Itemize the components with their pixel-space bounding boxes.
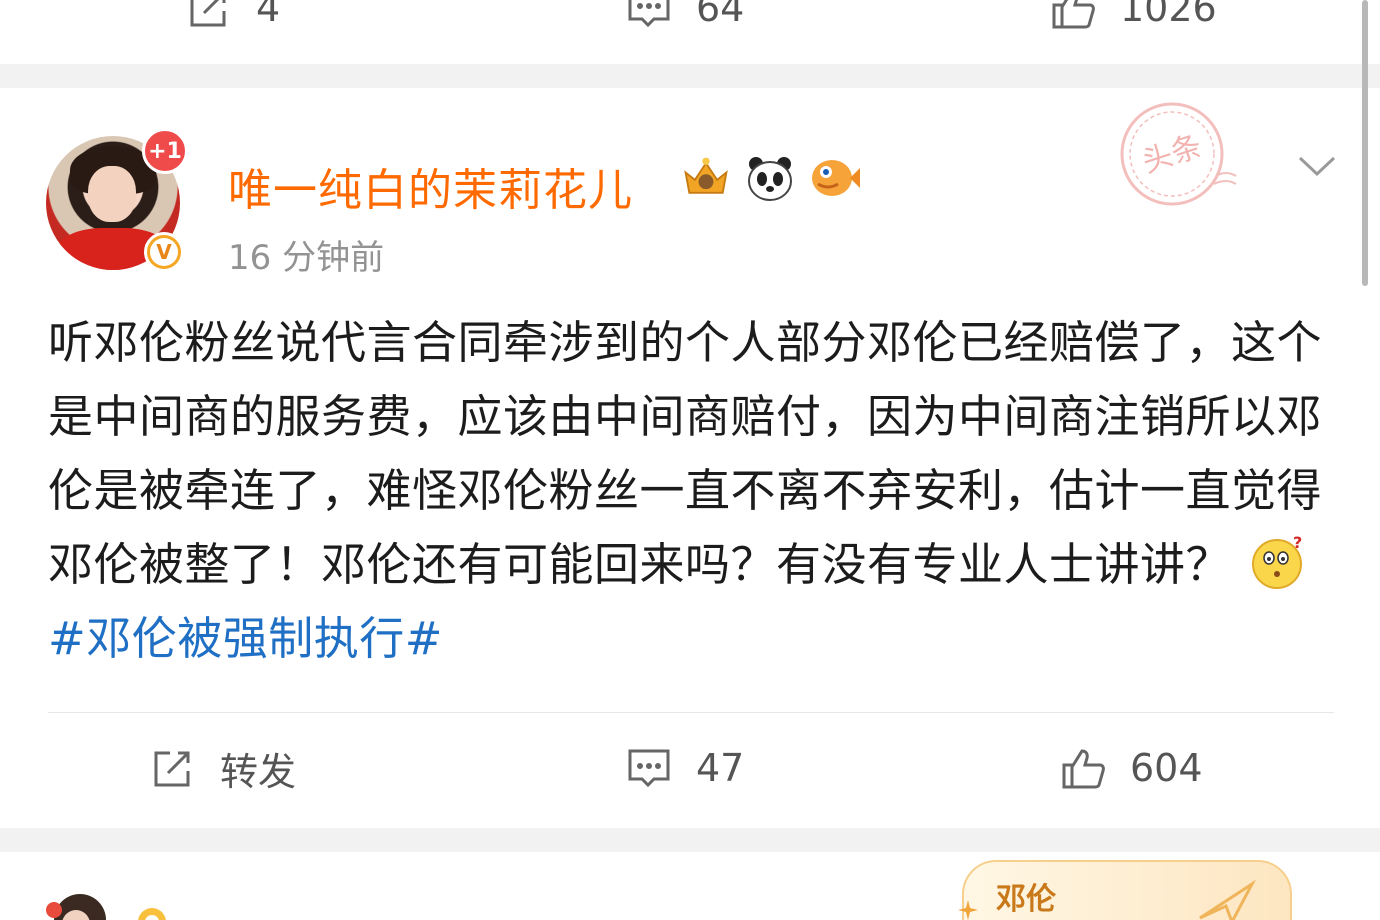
- stamp-label: 头条: [1138, 129, 1206, 181]
- author-emblems: [680, 154, 860, 202]
- previous-like-count: 1026: [1120, 0, 1217, 30]
- scrollbar[interactable]: [1362, 0, 1368, 286]
- thinking-face-icon: ?: [1252, 534, 1303, 589]
- topic-chip-label: 邓伦: [996, 882, 1056, 917]
- follow-badge[interactable]: +1: [142, 128, 188, 174]
- crown-badge-icon[interactable]: [680, 154, 732, 202]
- repost-icon: [190, 0, 226, 27]
- previous-repost-button[interactable]: 4: [186, 0, 280, 38]
- topic-chip[interactable]: 邓伦: [958, 860, 1292, 920]
- like-button[interactable]: 604: [1060, 738, 1203, 798]
- previous-comment-button[interactable]: 64: [626, 0, 744, 38]
- next-post-avatar[interactable]: [40, 880, 180, 920]
- weibo-feed: 4 64 1026 +1 V 唯一纯白的茉莉花儿 16 分钟前 头条 听邓伦粉丝…: [0, 0, 1380, 920]
- like-count: 604: [1130, 746, 1203, 790]
- author-name[interactable]: 唯一纯白的茉莉花儿: [228, 154, 633, 218]
- verified-badge-label: V: [150, 238, 178, 266]
- previous-post-action-bar: 4 64 1026: [0, 0, 1380, 64]
- share-arrow-icon: [1199, 879, 1257, 920]
- post-timestamp: 16 分钟前: [228, 238, 385, 278]
- verified-badge-icon: V: [144, 232, 184, 272]
- thumbs-up-icon: [1062, 749, 1105, 789]
- author-avatar[interactable]: +1 V: [46, 128, 188, 276]
- comment-count: 47: [696, 746, 745, 790]
- post-body-text: 听邓伦粉丝说代言合同牵涉到的个人部分邓伦已经赔偿了，这个是中间商的服务费，应该由…: [48, 316, 1323, 591]
- next-post-card: 邓伦: [0, 852, 1380, 920]
- repost-icon: [154, 751, 190, 787]
- comment-icon: [628, 749, 670, 788]
- sparkle-icon: [958, 900, 978, 920]
- action-divider: [48, 712, 1334, 713]
- post-body: 听邓伦粉丝说代言合同牵涉到的个人部分邓伦已经赔偿了，这个是中间商的服务费，应该由…: [48, 306, 1328, 676]
- post-card: +1 V 唯一纯白的茉莉花儿 16 分钟前 头条 听邓伦粉丝说代言合同牵涉到的个…: [0, 88, 1380, 828]
- svg-text:?: ?: [1293, 534, 1303, 552]
- pufferfish-icon[interactable]: [808, 154, 860, 202]
- headline-stamp-icon: 头条: [1120, 102, 1237, 206]
- repost-label: 转发: [220, 749, 297, 794]
- previous-repost-count: 4: [256, 0, 281, 30]
- repost-button[interactable]: 转发: [150, 738, 296, 798]
- previous-like-button[interactable]: 1026: [1050, 0, 1217, 38]
- comment-icon: [628, 0, 670, 28]
- hashtag-link[interactable]: #邓伦被强制执行#: [48, 612, 443, 665]
- panda-icon[interactable]: [744, 154, 796, 202]
- thumbs-up-icon: [1052, 0, 1095, 29]
- avatar-face: [88, 166, 136, 222]
- comment-button[interactable]: 47: [626, 738, 744, 798]
- chevron-down-icon[interactable]: [1296, 150, 1338, 182]
- previous-comment-count: 64: [696, 0, 745, 30]
